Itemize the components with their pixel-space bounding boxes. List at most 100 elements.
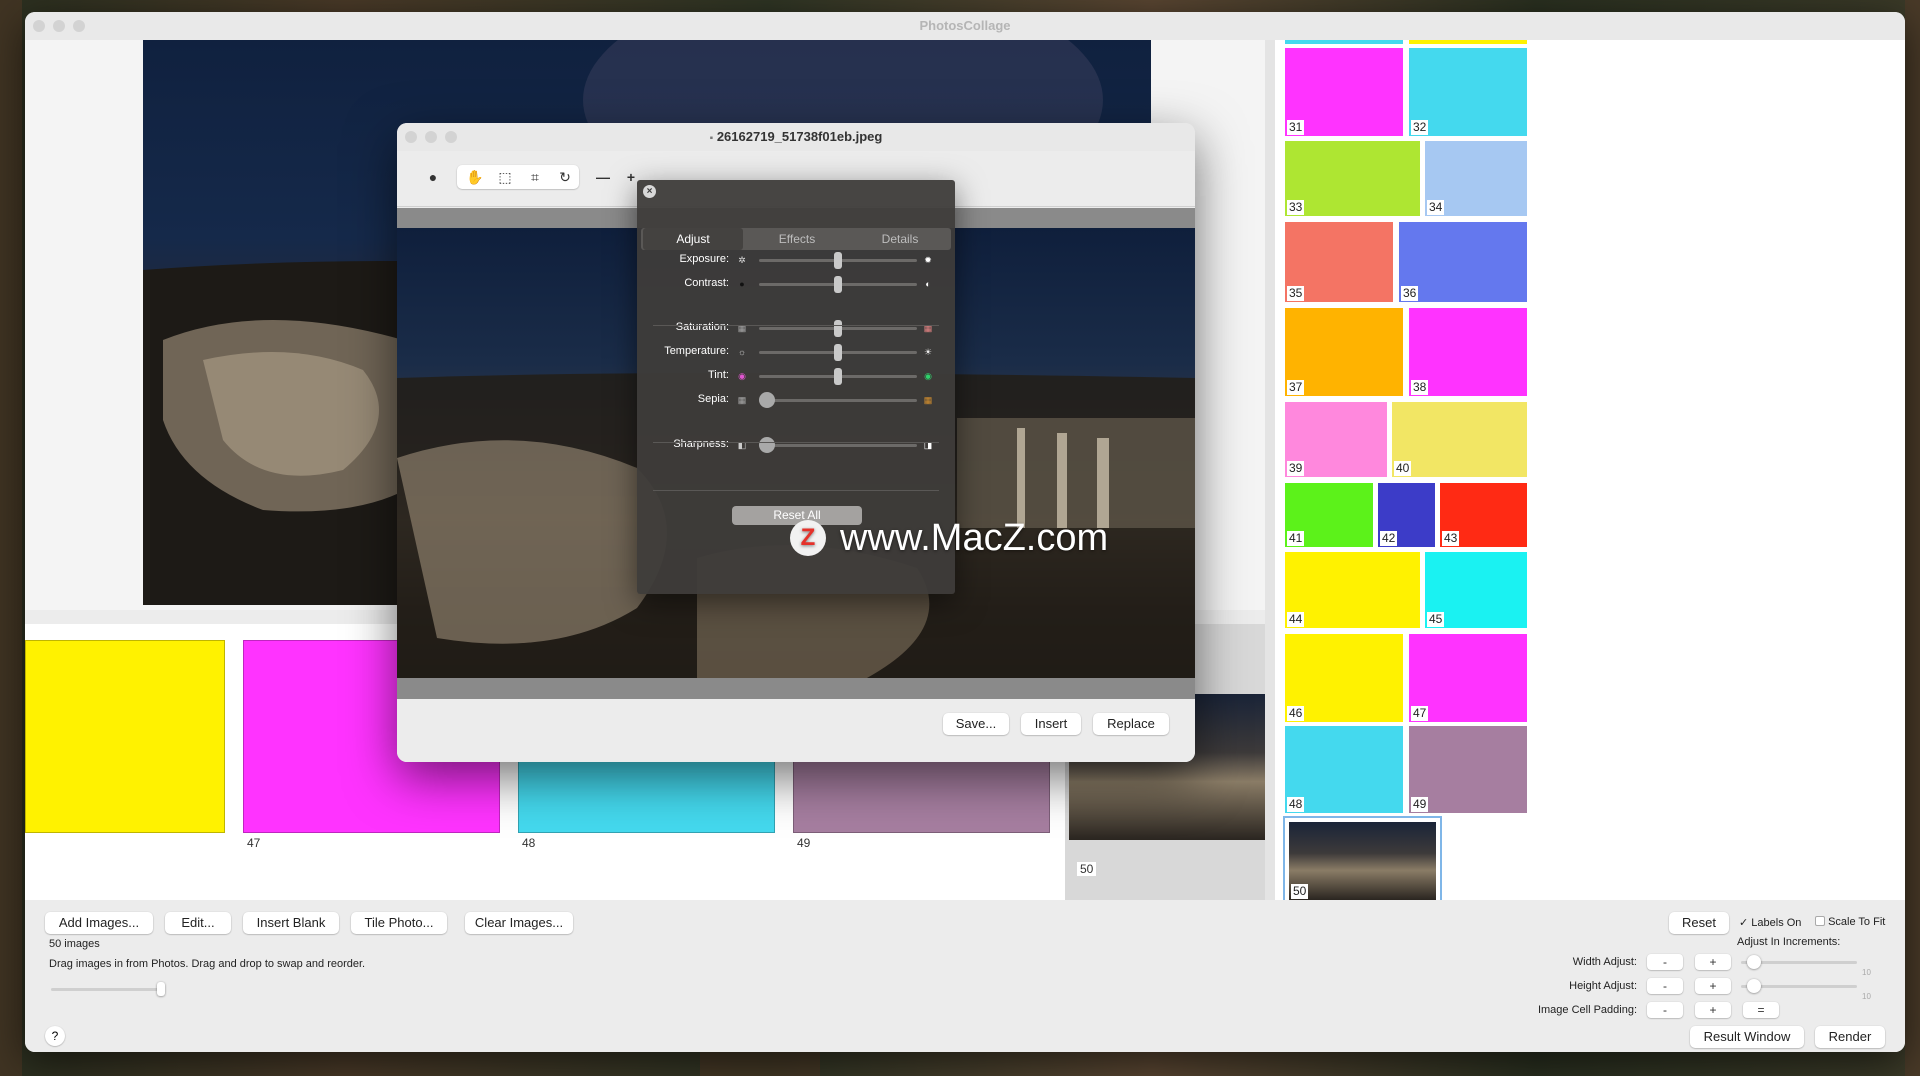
grid-tile[interactable]: 49 xyxy=(1409,726,1527,813)
minimize-window-button[interactable] xyxy=(53,20,65,32)
grid-tile[interactable]: 32 xyxy=(1409,48,1527,136)
color-picker-icon[interactable]: ● xyxy=(419,165,447,189)
crop-icon[interactable]: ⌗ xyxy=(521,165,549,189)
slider-thumb[interactable] xyxy=(759,437,775,453)
labels-on-checkbox[interactable]: ✓ Labels On xyxy=(1739,916,1801,929)
grid-tile[interactable]: 37 xyxy=(1285,308,1403,396)
width-minus-button[interactable]: - xyxy=(1647,954,1683,970)
tab-adjust[interactable]: Adjust xyxy=(643,228,743,250)
help-button[interactable]: ? xyxy=(45,1026,65,1046)
save-button[interactable]: Save... xyxy=(943,713,1009,735)
tab-details[interactable]: Details xyxy=(851,228,949,250)
slider-thumb[interactable] xyxy=(834,320,842,337)
add-images-button[interactable]: Add Images... xyxy=(45,912,153,934)
scale-to-fit-checkbox[interactable]: Scale To Fit xyxy=(1815,916,1885,928)
render-button[interactable]: Render xyxy=(1815,1026,1885,1048)
slider-thumb[interactable] xyxy=(759,392,775,408)
slider-thumb[interactable] xyxy=(834,276,842,293)
height-increment-max: 10 xyxy=(1862,992,1871,1001)
grid-tile-number: 33 xyxy=(1287,200,1305,215)
slider-track[interactable] xyxy=(759,444,917,447)
width-adjust-label: Width Adjust: xyxy=(1572,956,1637,968)
editor-footer: Save... Insert Replace xyxy=(397,699,1195,762)
strip-tile-label: 49 xyxy=(797,836,811,850)
thumbnail-size-slider-track[interactable] xyxy=(51,988,165,991)
width-plus-button[interactable]: + xyxy=(1695,954,1731,970)
reset-button[interactable]: Reset xyxy=(1669,912,1729,934)
padding-plus-button[interactable]: + xyxy=(1695,1002,1731,1018)
thumbnail-size-slider-thumb[interactable] xyxy=(157,982,165,996)
strip-tile[interactable] xyxy=(25,640,225,833)
zoom-window-button[interactable] xyxy=(73,20,85,32)
height-minus-button[interactable]: - xyxy=(1647,978,1683,994)
contrast-dark-icon: ● xyxy=(739,279,745,289)
grid-tile-number: 38 xyxy=(1411,380,1429,395)
sun-large-icon: ✹ xyxy=(924,255,932,265)
result-window-button[interactable]: Result Window xyxy=(1690,1026,1804,1048)
labels-on-label: Labels On xyxy=(1751,917,1802,929)
editor-title: 26162719_51738f01eb.jpeg xyxy=(716,129,883,144)
grid-tile-number: 32 xyxy=(1411,120,1429,135)
grid-tile-number: 43 xyxy=(1442,531,1460,546)
slider-thumb[interactable] xyxy=(834,344,842,361)
grid-tile[interactable]: 44 xyxy=(1285,552,1420,628)
insert-blank-button[interactable]: Insert Blank xyxy=(243,912,339,934)
grid-tile[interactable]: 48 xyxy=(1285,726,1403,813)
height-increment-thumb[interactable] xyxy=(1747,979,1761,993)
width-increment-thumb[interactable] xyxy=(1747,955,1761,969)
slider-thumb[interactable] xyxy=(834,252,842,269)
rotate-icon[interactable]: ↻ xyxy=(551,165,579,189)
grid-tile[interactable]: 35 xyxy=(1285,222,1393,302)
grid-tile[interactable]: 34 xyxy=(1425,141,1527,216)
grid-tile[interactable]: 38 xyxy=(1409,308,1527,396)
slider-separator xyxy=(653,490,939,491)
insert-button[interactable]: Insert xyxy=(1021,713,1081,735)
hand-tool-icon[interactable]: ✋ xyxy=(461,165,489,189)
slider-row: Sharpness: ◧ ◨ xyxy=(637,435,955,455)
padding-minus-button[interactable]: - xyxy=(1647,1002,1683,1018)
grid-tile-number: 35 xyxy=(1287,286,1305,301)
slider-row: Exposure: ✲ ✹ xyxy=(637,250,955,270)
temperature-cool-icon: ☼ xyxy=(737,347,747,357)
editor-close-button[interactable] xyxy=(405,131,417,143)
zoom-out-icon[interactable]: — xyxy=(589,165,617,189)
editor-minimize-button[interactable] xyxy=(425,131,437,143)
checkmark-icon: ✓ xyxy=(1739,917,1749,929)
grid-tile[interactable]: 47 xyxy=(1409,634,1527,722)
split-view-divider[interactable] xyxy=(1265,40,1275,900)
sepia-low-icon: ▦ xyxy=(737,395,747,405)
select-rect-icon[interactable]: ⬚ xyxy=(491,165,519,189)
slider-label: Contrast: xyxy=(684,277,729,289)
checkbox-box xyxy=(1815,916,1825,926)
sepia-high-icon: ▦ xyxy=(923,395,933,405)
grid-tile[interactable]: 36 xyxy=(1399,222,1527,302)
slider-thumb[interactable] xyxy=(834,368,842,385)
tile-photo-button[interactable]: Tile Photo... xyxy=(351,912,447,934)
close-icon[interactable]: × xyxy=(643,185,656,198)
grid-tile[interactable]: 33 xyxy=(1285,141,1420,216)
slider-track[interactable] xyxy=(759,399,917,402)
height-plus-button[interactable]: + xyxy=(1695,978,1731,994)
clear-images-button[interactable]: Clear Images... xyxy=(465,912,573,934)
contrast-half-icon: ◐ xyxy=(925,279,931,289)
grid-tile[interactable]: 31 xyxy=(1285,48,1403,136)
replace-button[interactable]: Replace xyxy=(1093,713,1169,735)
grid-tile-number: 47 xyxy=(1411,706,1429,721)
grid-tile[interactable]: 42 xyxy=(1378,483,1435,547)
grid-tile-partial[interactable] xyxy=(1285,40,1403,44)
grid-tile[interactable]: 41 xyxy=(1285,483,1373,547)
grid-tile-number: 42 xyxy=(1380,531,1398,546)
grid-tile[interactable]: 39 xyxy=(1285,402,1387,477)
grid-tile[interactable]: 43 xyxy=(1440,483,1527,547)
grid-tile-partial[interactable] xyxy=(1409,40,1527,44)
padding-equal-button[interactable]: = xyxy=(1743,1002,1779,1018)
slider-separator xyxy=(653,442,939,443)
tab-effects[interactable]: Effects xyxy=(747,228,847,250)
close-window-button[interactable] xyxy=(33,20,45,32)
editor-zoom-button[interactable] xyxy=(445,131,457,143)
edit-button[interactable]: Edit... xyxy=(165,912,231,934)
grid-tile[interactable]: 40 xyxy=(1392,402,1527,477)
grid-tile[interactable]: 45 xyxy=(1425,552,1527,628)
grid-tile[interactable]: 50 xyxy=(1283,816,1442,900)
grid-tile[interactable]: 46 xyxy=(1285,634,1403,722)
